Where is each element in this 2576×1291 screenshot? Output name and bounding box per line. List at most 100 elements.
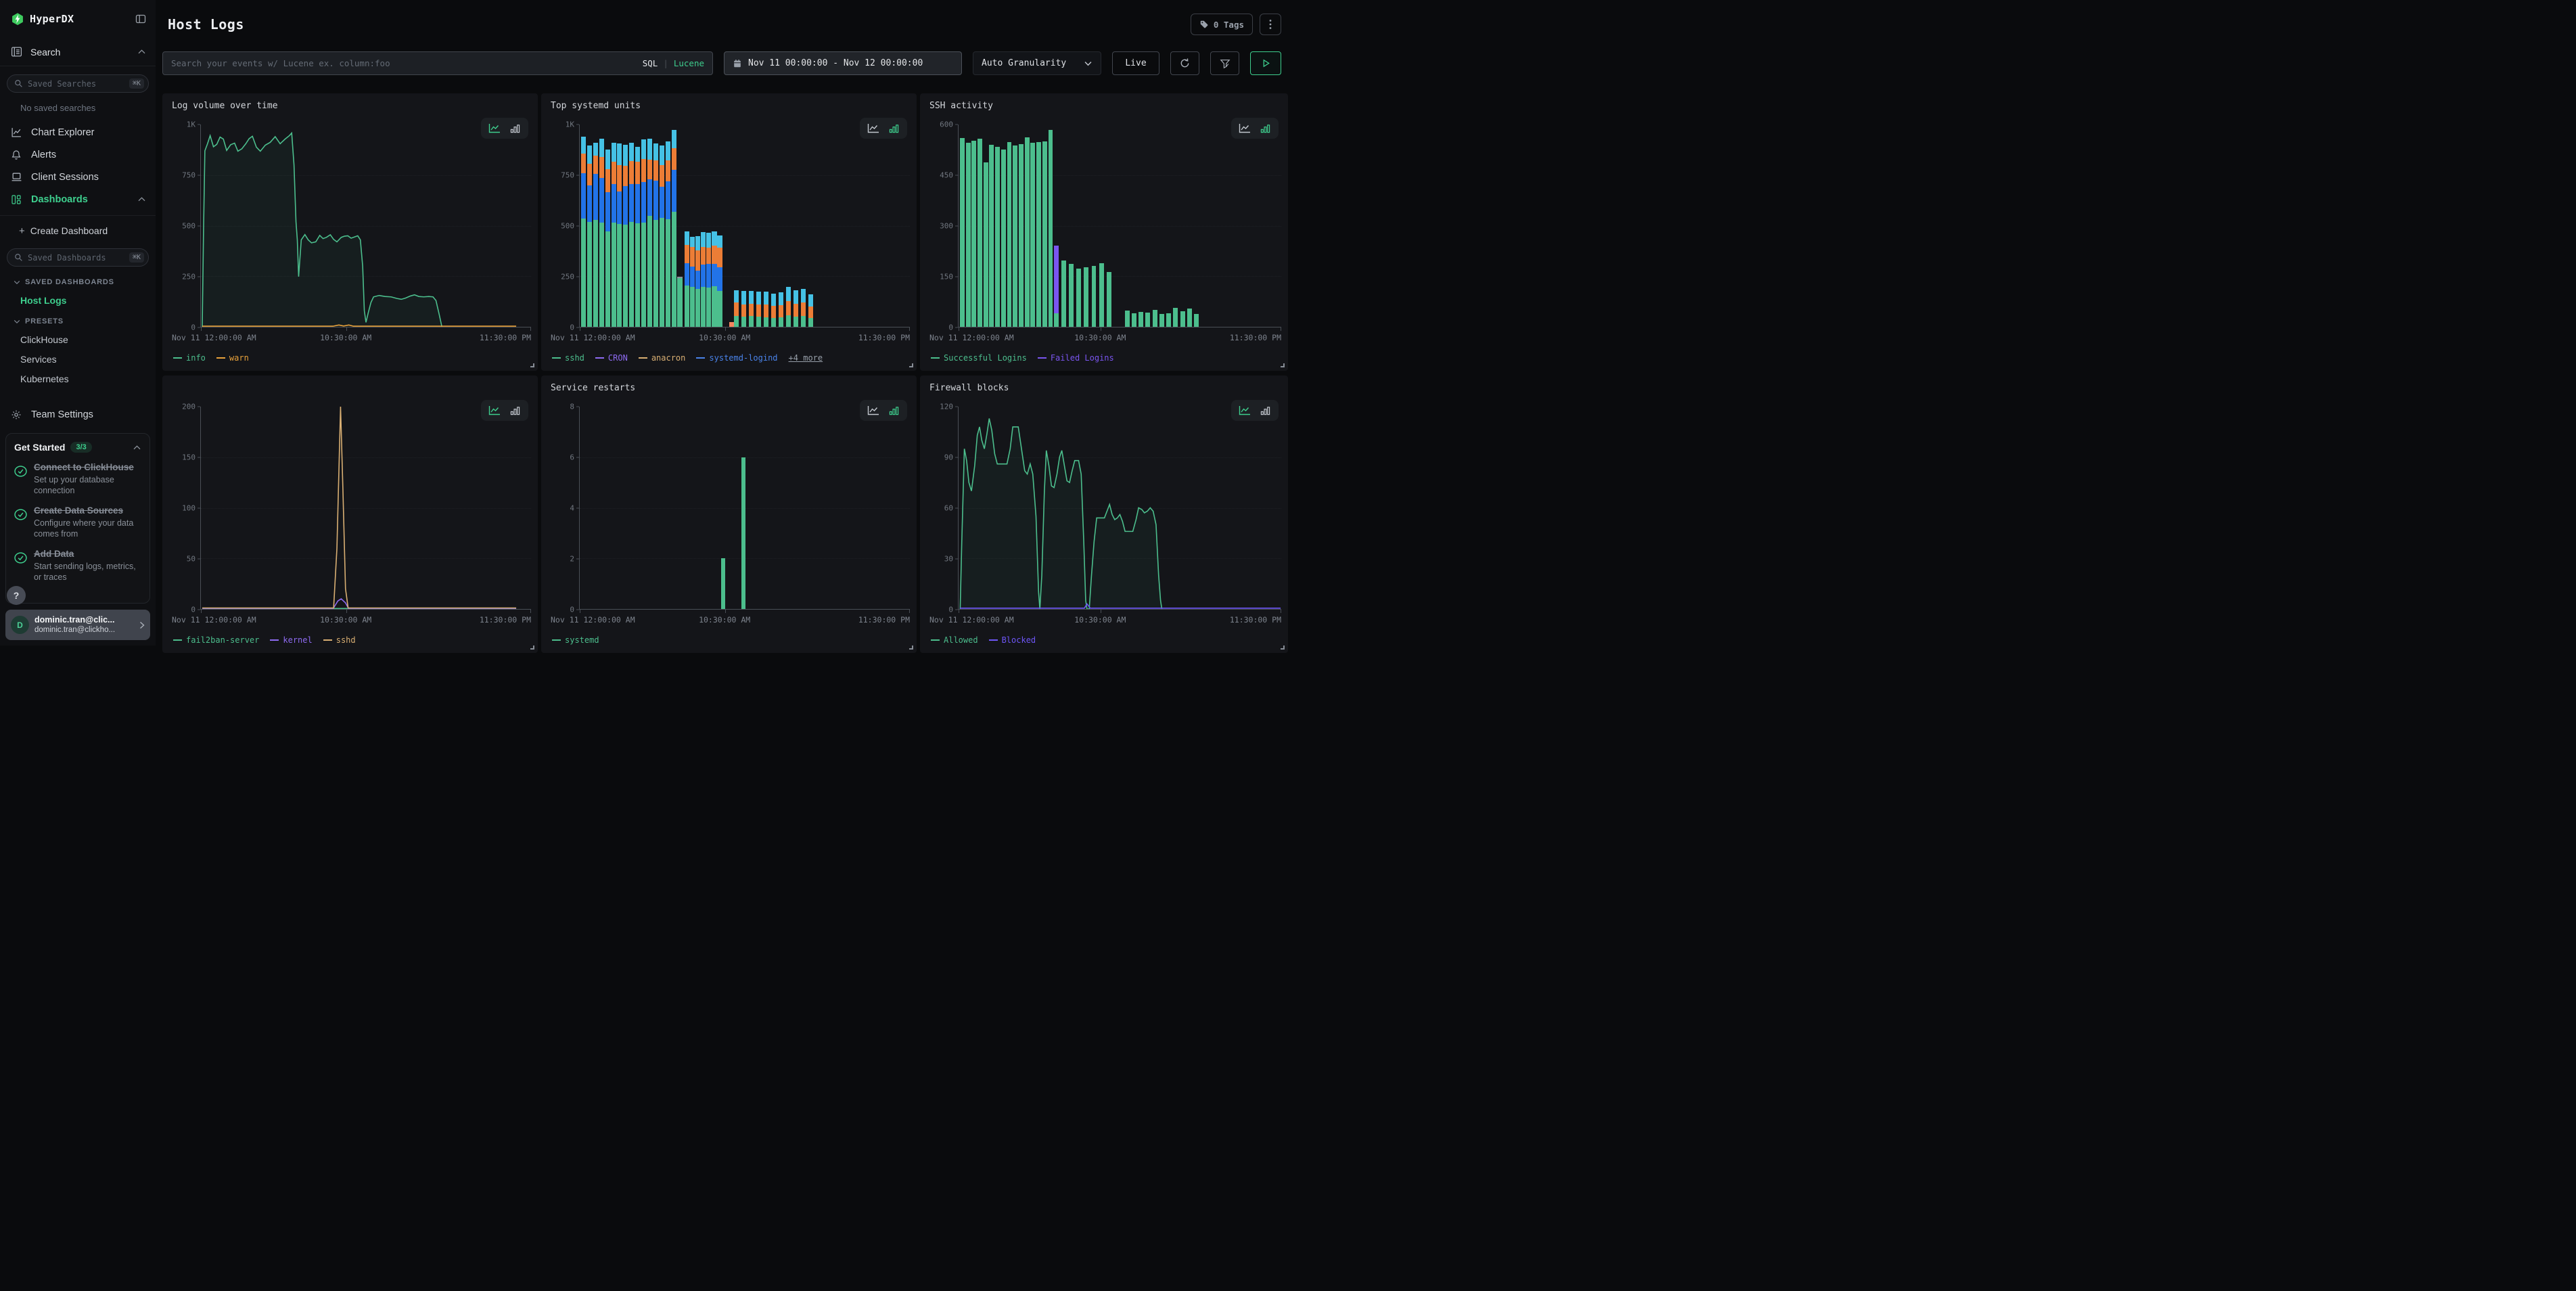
panel-resize-handle[interactable] [1281,363,1285,367]
panel-title: SSH activity [929,101,993,111]
legend-item[interactable]: anacron [639,353,686,363]
x-tick-mark [909,609,910,613]
bar-chart-toggle-button[interactable] [1260,406,1271,415]
refresh-button[interactable] [1170,51,1199,75]
sidebar-item-clickhouse[interactable]: ClickHouse [20,334,156,345]
y-tick: 600 [940,120,958,129]
sidebar-item-search[interactable]: Search [0,46,156,66]
panel-resize-handle[interactable] [909,363,913,367]
legend-item[interactable]: systemd-logind [696,353,777,363]
y-tick-label: 500 [561,222,574,231]
chevron-up-icon[interactable] [137,49,146,55]
legend-item[interactable]: systemd [552,635,599,645]
bar-segment [756,317,761,327]
chart-legend: Allowed Blocked [931,635,1036,645]
create-dashboard-button[interactable]: + Create Dashboard [0,221,156,240]
line-chart-toggle-button[interactable] [867,123,879,133]
tags-button[interactable]: 0 Tags [1191,14,1253,35]
create-dashboard-label: Create Dashboard [30,225,108,236]
filter-button[interactable] [1210,51,1239,75]
legend-item[interactable]: CRON [595,353,628,363]
x-tick-mark [201,327,202,331]
panel-resize-handle[interactable] [530,646,534,650]
granularity-select[interactable]: Auto Granularity [973,51,1101,75]
y-tick-label: 0 [570,323,574,332]
bar-segment [801,289,806,302]
bar-chart-toggle-button[interactable] [888,124,900,133]
legend-dash [931,357,940,359]
run-query-button[interactable] [1250,51,1281,75]
bar-segment [706,248,711,265]
sidebar-item-host-logs[interactable]: Host Logs [20,295,156,306]
legend-item[interactable]: +4 more [789,353,823,363]
lucene-toggle[interactable]: Lucene [674,58,704,68]
sidebar-item-services[interactable]: Services [20,354,156,365]
y-tick: 30 [944,555,958,564]
sidebar-collapse-icon[interactable] [135,14,146,24]
line-chart-toggle-button[interactable] [488,123,501,133]
get-started-badge: 3/3 [70,442,91,453]
bar-segment [771,306,776,317]
search-input[interactable] [163,58,712,68]
chevron-up-icon[interactable] [137,196,146,202]
bar-segment [786,287,791,301]
legend-item[interactable]: Successful Logins [931,353,1027,363]
line-chart-toggle-button[interactable] [488,405,501,415]
bar-segment [647,179,652,216]
help-button[interactable]: ? [7,586,26,605]
line-chart-toggle-button[interactable] [1239,123,1251,133]
legend-label: kernel [283,635,312,645]
chart-bar [1036,142,1041,327]
bar-chart-toggle-button[interactable] [888,406,900,415]
chart-type-toggle [1231,118,1279,139]
legend-item[interactable]: sshd [323,635,356,645]
legend-item[interactable]: warn [216,353,249,363]
bar-segment [1076,269,1081,327]
x-tick-label-end: 11:30:00 PM [480,615,531,625]
panel-resize-handle[interactable] [909,646,913,650]
saved-dashboards-field[interactable] [28,253,124,263]
sidebar-item-team-settings[interactable]: Team Settings [0,403,156,426]
bar-segment [756,292,761,304]
kebab-menu-button[interactable] [1260,14,1281,35]
panel-resize-handle[interactable] [530,363,534,367]
live-button[interactable]: Live [1112,51,1159,75]
bar-chart-toggle-button[interactable] [1260,124,1271,133]
legend-item[interactable]: Blocked [989,635,1036,645]
y-tick-label: 250 [561,273,574,281]
sql-toggle[interactable]: SQL [643,58,658,68]
user-profile-chip[interactable]: D dominic.tran@clic... dominic.tran@clic… [5,610,150,640]
section-presets[interactable]: PRESETS [14,317,156,325]
saved-dashboards-input[interactable]: ⌘K [7,248,149,267]
bar-segment [635,223,640,327]
section-saved-dashboards[interactable]: SAVED DASHBOARDS [14,278,156,286]
legend-item[interactable]: Failed Logins [1038,353,1114,363]
sidebar-item-alerts[interactable]: Alerts [0,143,156,166]
sidebar-item-chart-explorer[interactable]: Chart Explorer [0,121,156,143]
sidebar-item-dashboards[interactable]: Dashboards [0,188,156,210]
sidebar-item-kubernetes[interactable]: Kubernetes [20,373,156,384]
chevron-up-icon[interactable] [133,445,141,451]
date-range-picker[interactable]: Nov 11 00:00:00 - Nov 12 00:00:00 [724,51,962,75]
chart-bar [593,143,598,327]
get-started-step-connect[interactable]: Connect to ClickHouse Set up your databa… [14,461,141,496]
check-circle-icon [14,466,27,496]
bar-chart-toggle-button[interactable] [509,406,521,415]
line-chart-toggle-button[interactable] [1239,405,1251,415]
legend-item[interactable]: Allowed [931,635,978,645]
legend-item[interactable]: fail2ban-server [173,635,259,645]
legend-item[interactable]: info [173,353,206,363]
panel-resize-handle[interactable] [1281,646,1285,650]
saved-searches-input[interactable]: ⌘K [7,74,149,93]
line-chart-toggle-button[interactable] [867,405,879,415]
saved-searches-field[interactable] [28,79,124,89]
bar-chart-toggle-button[interactable] [509,124,521,133]
get-started-step-add-data[interactable]: Add Data Start sending logs, metrics, or… [14,548,141,583]
legend-item[interactable]: kernel [270,635,312,645]
sidebar-item-client-sessions[interactable]: Client Sessions [0,166,156,188]
legend-item[interactable]: sshd [552,353,584,363]
bar-segment [1042,141,1047,327]
get-started-step-sources[interactable]: Create Data Sources Configure where your… [14,505,141,539]
chart-bar [581,137,586,327]
y-tick-label: 600 [940,120,953,129]
